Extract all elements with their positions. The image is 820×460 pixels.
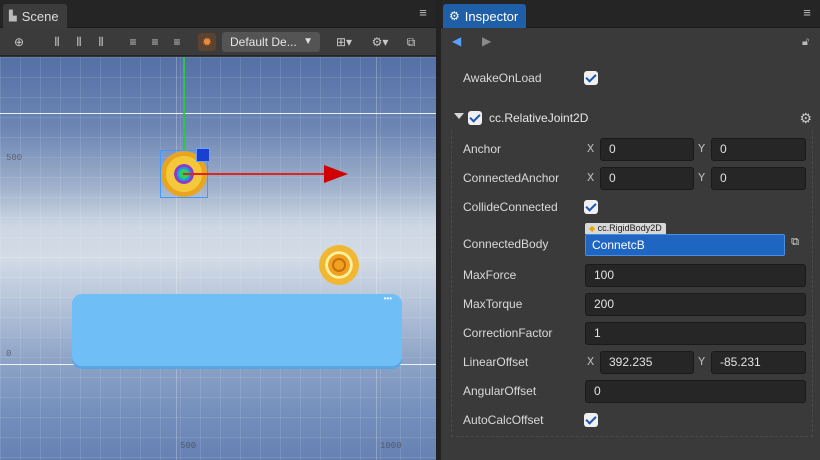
resize-dots-icon: ••• — [383, 294, 392, 303]
component-enabled-checkbox[interactable] — [468, 111, 482, 125]
angular-offset-row: AngularOffset 0 — [441, 379, 820, 403]
settings-gear-icon[interactable]: ⚙▾ — [368, 33, 392, 51]
linear-offset-x-input[interactable]: 392.235 — [600, 351, 694, 374]
ground-platform[interactable]: ••• — [72, 294, 402, 366]
linear-offset-y-tag: Y — [698, 355, 706, 369]
max-torque-input[interactable]: 200 — [585, 293, 806, 316]
scene-tabbar: ▙ Scene ≡ — [0, 0, 436, 28]
align-top-icon[interactable]: ≡ — [124, 33, 142, 51]
inspector-panel: ⚙ Inspector ≡ ◀ ▶ 🔓︎ AwakeOnLoad cc.Rela… — [441, 0, 820, 460]
panel-menu-icon[interactable]: ≡ — [416, 6, 430, 20]
angular-offset-label: AngularOffset — [463, 384, 537, 398]
linear-offset-x-tag: X — [587, 355, 595, 369]
correction-factor-row: CorrectionFactor 1 — [441, 321, 820, 345]
anchor-label: Anchor — [463, 142, 502, 156]
grid-major-line — [376, 57, 377, 460]
connected-anchor-y-input[interactable]: 0 — [711, 167, 806, 190]
max-torque-label: MaxTorque — [463, 297, 523, 311]
inspector-tabbar: ⚙ Inspector ≡ — [441, 0, 820, 28]
awake-on-load-label: AwakeOnLoad — [463, 71, 542, 85]
align-left-icon[interactable]: ⫴ — [48, 33, 66, 51]
max-force-label: MaxForce — [463, 268, 517, 282]
caret-down-icon[interactable] — [454, 113, 464, 119]
max-force-input[interactable]: 100 — [585, 264, 806, 287]
gizmo-scale-handle[interactable] — [196, 148, 210, 162]
angular-offset-input[interactable]: 0 — [585, 380, 806, 403]
anchor-x-tag: X — [587, 142, 595, 156]
max-force-row: MaxForce 100 — [441, 263, 820, 287]
auto-calc-offset-row: AutoCalcOffset — [441, 408, 820, 432]
pick-node-icon[interactable]: ⧉ — [787, 236, 803, 254]
connected-anchor-y-tag: Y — [698, 171, 706, 185]
connected-anchor-x-input[interactable]: 0 — [600, 167, 694, 190]
align-right-icon[interactable]: ⫴ — [92, 33, 110, 51]
anchor-y-input[interactable]: 0 — [711, 138, 806, 161]
linear-offset-label: LinearOffset — [463, 355, 529, 369]
design-resolution-dropdown[interactable]: Default De... ▼ — [222, 32, 320, 52]
inspector-gear-icon: ⚙ — [449, 9, 460, 23]
coin-center — [332, 258, 346, 272]
tab-inspector[interactable]: ⚙ Inspector — [443, 4, 527, 28]
auto-calc-offset-label: AutoCalcOffset — [463, 413, 544, 427]
component-title: cc.RelativeJoint2D — [489, 111, 589, 125]
axis-label-x-500: 500 — [180, 441, 197, 451]
design-resolution-value: Default De... — [230, 35, 297, 49]
tab-scene-label: Scene — [21, 8, 59, 24]
awake-on-load-checkbox[interactable] — [584, 71, 598, 85]
axis-label-x-1000: 1000 — [380, 441, 402, 451]
linear-offset-y-input[interactable]: -85.231 — [711, 351, 806, 374]
collide-connected-checkbox[interactable] — [584, 200, 598, 214]
chevron-down-icon: ▼ — [303, 36, 313, 47]
max-torque-row: MaxTorque 200 — [441, 292, 820, 316]
inspector-nav: ◀ ▶ 🔓︎ — [441, 28, 820, 56]
gizmo-toggle-icon[interactable]: ✹ — [198, 33, 216, 51]
gizmo-x-axis[interactable] — [183, 173, 328, 175]
anchor-x-input[interactable]: 0 — [600, 138, 694, 161]
scene-panel: ▙ Scene ≡ ⊕ ⫴ ⫴ ⫴ ≡ ≡ ≡ ✹ Default De... … — [0, 0, 436, 460]
correction-factor-label: CorrectionFactor — [463, 326, 553, 340]
grid — [0, 57, 436, 460]
component-header[interactable]: cc.RelativeJoint2D ⚙ — [441, 106, 820, 130]
scene-toolbar: ⊕ ⫴ ⫴ ⫴ ≡ ≡ ≡ ✹ Default De... ▼ ⊞▾ ⚙▾ ⧉ — [0, 28, 436, 56]
align-middle-v-icon[interactable]: ≡ — [146, 33, 164, 51]
zoom-fit-icon[interactable]: ⊕ — [10, 33, 28, 51]
connected-body-label: ConnectedBody — [463, 237, 549, 251]
anchor-y-tag: Y — [698, 142, 706, 156]
collide-connected-row: CollideConnected — [441, 195, 820, 219]
collide-connected-label: CollideConnected — [463, 200, 558, 214]
connected-coin-node[interactable] — [319, 245, 359, 285]
scene-icon: ▙ — [9, 10, 17, 22]
connected-anchor-x-tag: X — [587, 171, 595, 185]
connected-body-field[interactable]: ConnetcB — [585, 234, 785, 256]
grid-major-line — [176, 57, 177, 460]
gizmo-x-arrow[interactable] — [324, 165, 348, 183]
linear-offset-row: LinearOffset X 392.235 Y -85.231 — [441, 350, 820, 374]
connected-anchor-label: ConnectedAnchor — [463, 171, 560, 185]
axis-label-y-0: 0 — [6, 349, 12, 359]
camera-icon[interactable]: ⊞▾ — [332, 33, 356, 51]
back-arrow-icon[interactable]: ◀ — [452, 34, 461, 48]
panel-menu-icon[interactable]: ≡ — [800, 6, 814, 20]
lock-icon[interactable]: 🔓︎ — [802, 36, 814, 48]
axis-label-y-500: 500 — [6, 153, 23, 163]
align-bottom-icon[interactable]: ≡ — [168, 33, 186, 51]
tab-inspector-label: Inspector — [464, 8, 519, 24]
scene-viewport[interactable]: 500 0 500 1000 ••• — [0, 57, 436, 460]
forward-arrow-icon[interactable]: ▶ — [482, 34, 491, 48]
align-center-h-icon[interactable]: ⫴ — [70, 33, 88, 51]
maximize-icon[interactable]: ⧉ — [402, 33, 420, 51]
component-gear-icon[interactable]: ⚙ — [799, 110, 812, 127]
anchor-row: Anchor X 0 Y 0 — [441, 137, 820, 161]
tab-scene[interactable]: ▙ Scene — [3, 4, 67, 28]
correction-factor-input[interactable]: 1 — [585, 322, 806, 345]
awake-on-load-row: AwakeOnLoad — [441, 66, 820, 90]
connected-anchor-row: ConnectedAnchor X 0 Y 0 — [441, 166, 820, 190]
design-bound-top — [0, 113, 436, 114]
auto-calc-offset-checkbox[interactable] — [584, 413, 598, 427]
